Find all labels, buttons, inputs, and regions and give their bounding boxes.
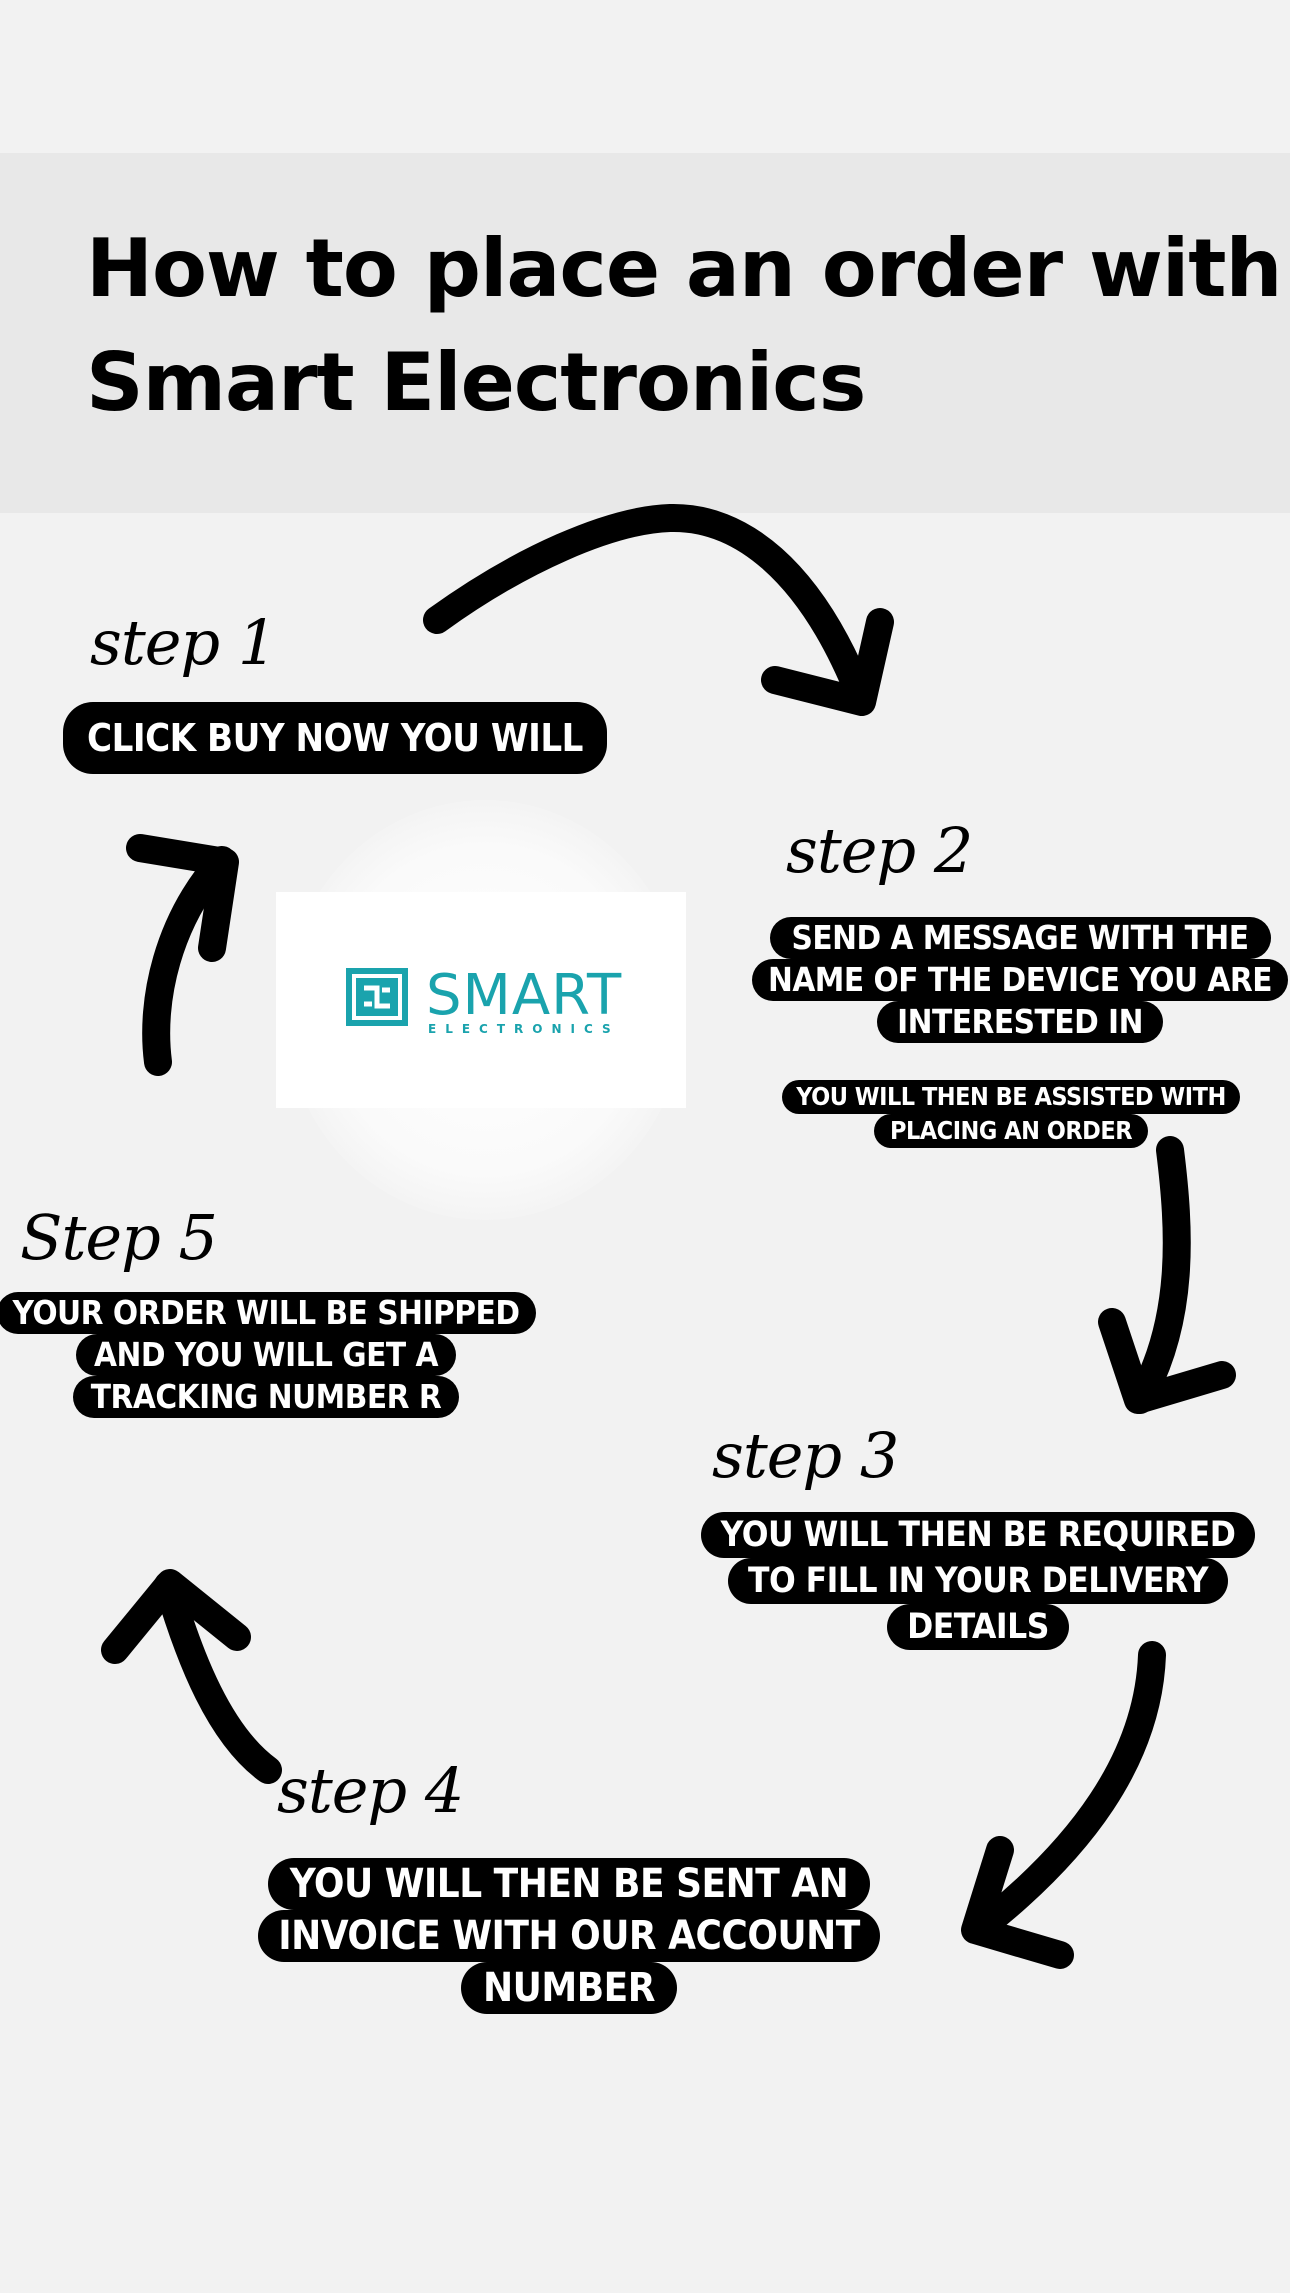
step2-text: SEND A MESSAGE WITH THE NAME OF THE DEVI… bbox=[751, 917, 1289, 1043]
step3-text: YOU WILL THEN BE REQUIRED TO FILL IN YOU… bbox=[700, 1512, 1256, 1650]
step2-label: step 2 bbox=[786, 814, 973, 887]
step3-label: step 3 bbox=[712, 1419, 899, 1492]
step5-line-1: YOUR ORDER WILL BE SHIPPED bbox=[0, 1292, 536, 1334]
step2-line-1: SEND A MESSAGE WITH THE bbox=[769, 917, 1271, 959]
smart-electronics-logo: SMART ELECTRONICS bbox=[346, 963, 622, 1036]
step5-line-3: TRACKING NUMBER R bbox=[72, 1376, 460, 1418]
step2-note: YOU WILL THEN BE ASSISTED WITH PLACING A… bbox=[773, 1080, 1249, 1148]
step4-line-3: NUMBER bbox=[461, 1962, 677, 2014]
step1-label: step 1 bbox=[90, 606, 277, 679]
step3-line-2: TO FILL IN YOUR DELIVERY bbox=[727, 1558, 1229, 1604]
step5-text: YOUR ORDER WILL BE SHIPPED AND YOU WILL … bbox=[0, 1292, 536, 1418]
step2-line-3: INTERESTED IN bbox=[877, 1001, 1163, 1043]
step4-line-2: INVOICE WITH OUR ACCOUNT bbox=[258, 1910, 880, 1962]
step5-label: Step 5 bbox=[20, 1201, 218, 1274]
step2-note-line-1: YOU WILL THEN BE ASSISTED WITH bbox=[782, 1080, 1240, 1114]
step4-label: step 4 bbox=[277, 1754, 464, 1827]
step5-line-2: AND YOU WILL GET A bbox=[76, 1334, 456, 1376]
arrow-step3-to-step4 bbox=[964, 1641, 1166, 1944]
arrow-step2-to-step3 bbox=[1126, 1136, 1191, 1414]
logo-card: SMART ELECTRONICS bbox=[276, 892, 686, 1108]
step1-text: CLICK BUY NOW YOU WILL bbox=[63, 702, 607, 774]
step1-line-1: CLICK BUY NOW YOU WILL bbox=[63, 702, 607, 774]
step2-note-line-2: PLACING AN ORDER bbox=[873, 1114, 1149, 1148]
step4-text: YOU WILL THEN BE SENT AN INVOICE WITH OU… bbox=[258, 1858, 880, 2014]
logo-brand-text: SMART bbox=[426, 963, 622, 1028]
arrow-step1-to-step2 bbox=[423, 503, 874, 709]
step3-line-3: DETAILS bbox=[887, 1604, 1069, 1650]
step2-line-2: NAME OF THE DEVICE YOU ARE bbox=[751, 959, 1289, 1001]
step4-line-1: YOU WILL THEN BE SENT AN bbox=[267, 1858, 871, 1910]
logo-sub-text: ELECTRONICS bbox=[428, 1022, 620, 1036]
step3-line-1: YOU WILL THEN BE REQUIRED bbox=[700, 1512, 1256, 1558]
logo-mark-icon bbox=[346, 968, 408, 1026]
